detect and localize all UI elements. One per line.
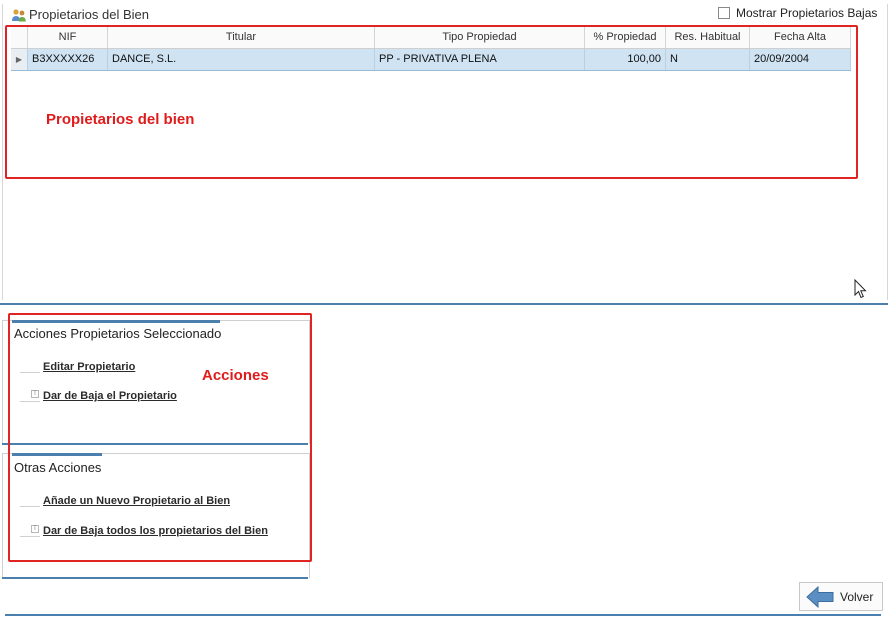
panel-title: Propietarios del Bien [29,7,149,22]
mouse-cursor-icon [854,279,867,299]
group-divider [2,577,308,579]
section-divider [0,303,888,305]
annotation-box-actions [8,313,312,562]
back-button[interactable]: Volver [799,582,883,611]
show-bajas-label: Mostrar Propietarios Bajas [736,6,878,20]
back-button-label: Volver [840,589,874,604]
annotation-grid-label: Propietarios del bien [46,111,195,128]
show-bajas-toggle[interactable]: Mostrar Propietarios Bajas [718,6,877,20]
annotation-actions-label: Acciones [202,367,269,384]
checkbox-icon[interactable] [718,7,730,19]
footer-divider [5,614,881,616]
back-arrow-icon [806,585,834,608]
owners-icon [12,9,26,22]
annotation-box-grid [5,25,858,179]
